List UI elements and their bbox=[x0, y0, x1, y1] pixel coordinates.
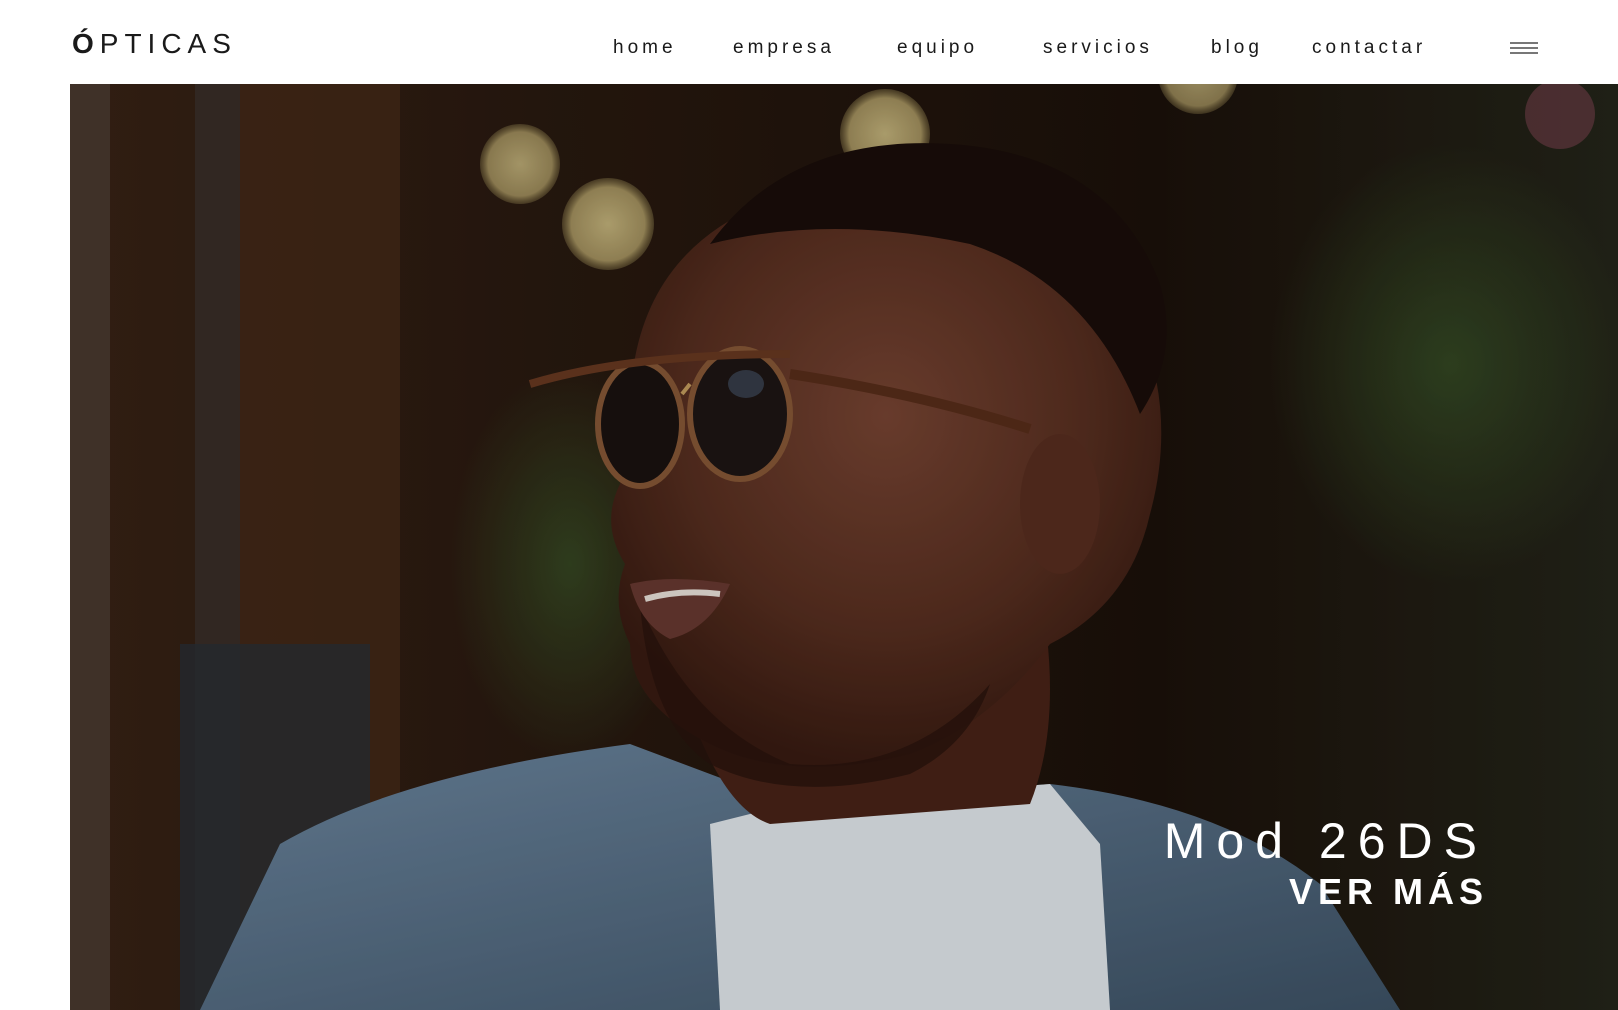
hero-caption: Mod 26DS VER MÁS bbox=[1164, 816, 1488, 910]
hero-title: Mod 26DS bbox=[1163, 813, 1488, 869]
hamburger-line bbox=[1510, 42, 1538, 44]
see-more-link[interactable]: VER MÁS bbox=[1289, 874, 1488, 910]
nav-link-blog[interactable]: blog bbox=[1211, 38, 1263, 57]
nav-link-servicios[interactable]: servicios bbox=[1043, 38, 1153, 57]
hamburger-line bbox=[1510, 47, 1538, 49]
nav-link-home[interactable]: home bbox=[613, 38, 677, 57]
main-nav: home empresa equipo servicios blog conta… bbox=[0, 38, 1618, 68]
hamburger-line bbox=[1510, 52, 1538, 54]
page: ÓPTICAS home empresa equipo servicios bl… bbox=[0, 0, 1618, 1010]
hero-banner: Mod 26DS VER MÁS bbox=[70, 84, 1618, 1010]
nav-link-contactar[interactable]: contactar bbox=[1312, 38, 1426, 57]
nav-link-empresa[interactable]: empresa bbox=[733, 38, 835, 57]
hamburger-icon[interactable] bbox=[1510, 42, 1538, 58]
site-header: ÓPTICAS home empresa equipo servicios bl… bbox=[0, 0, 1618, 84]
nav-link-equipo[interactable]: equipo bbox=[897, 38, 978, 57]
